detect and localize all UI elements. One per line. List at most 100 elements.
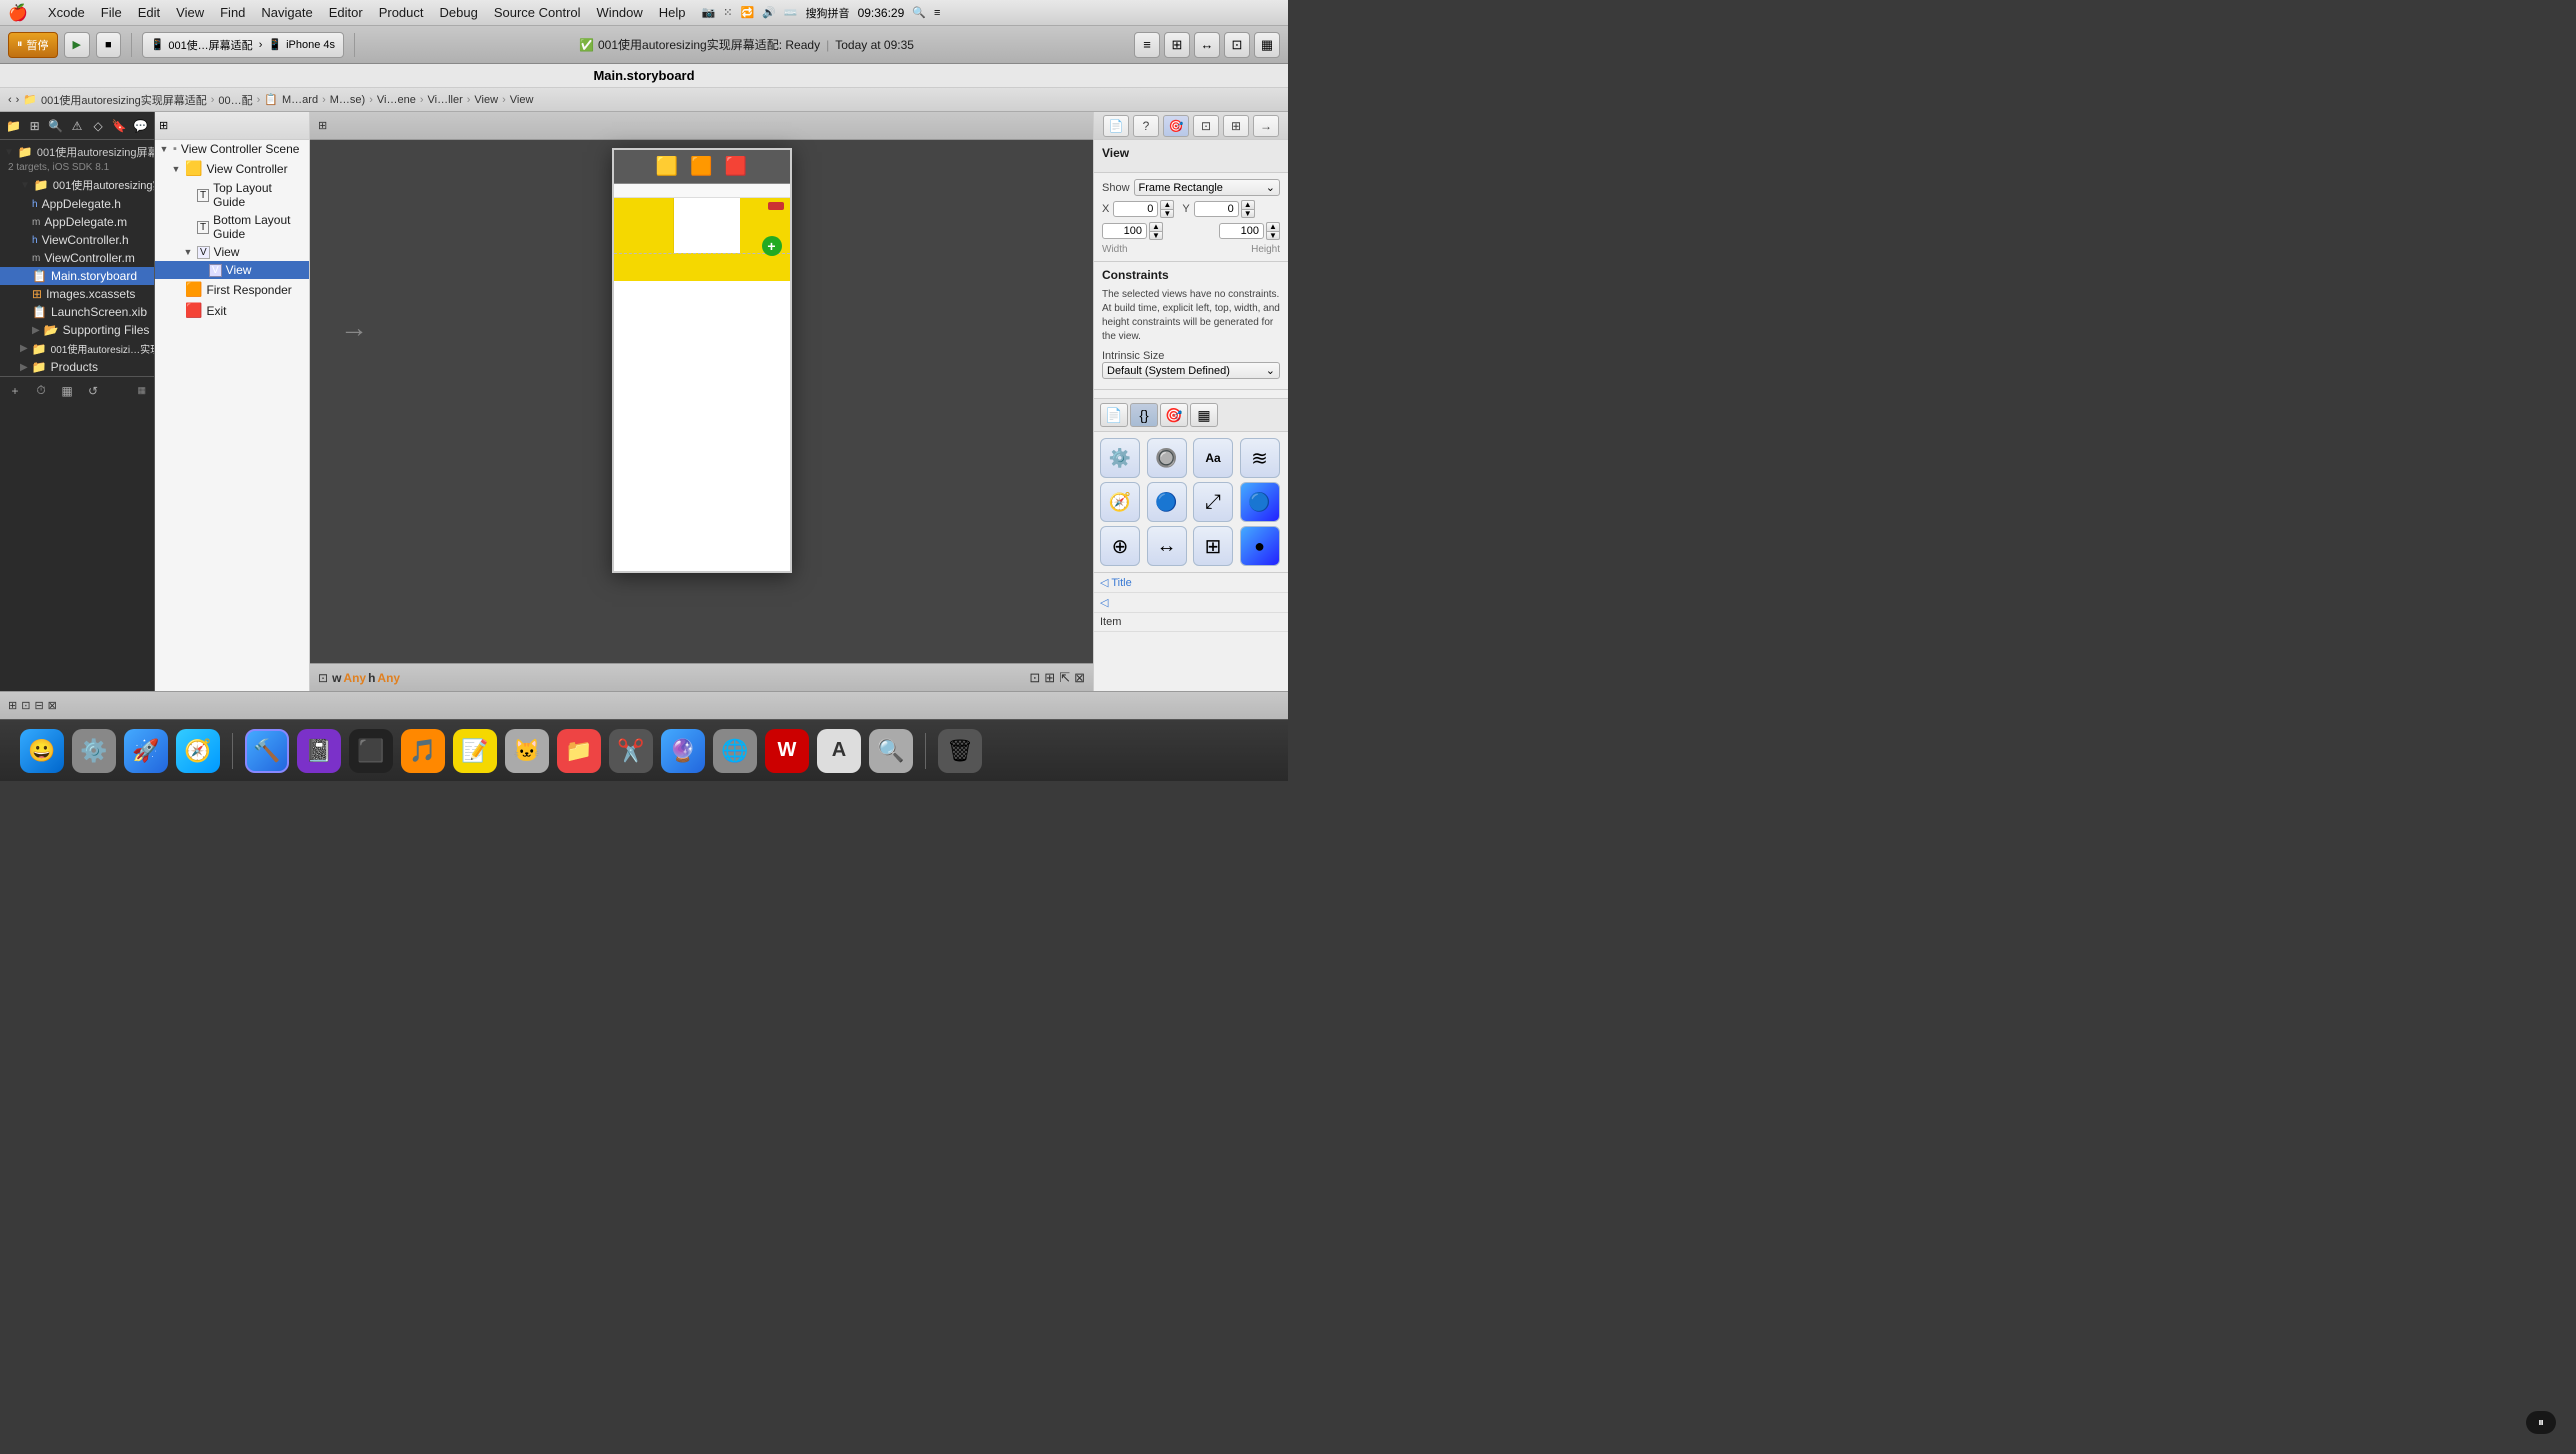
scheme-selector[interactable]: 📱 001使…屏幕适配 › 📱 iPhone 4s [142, 32, 344, 58]
nav-images-xcassets[interactable]: ⊞ Images.xcassets [0, 285, 154, 303]
canvas-zoom-out[interactable]: ⊡ [318, 671, 328, 685]
pause-button[interactable]: ⏸ 暂停 [8, 32, 58, 58]
dock-terminal[interactable]: ⬛ [349, 729, 393, 773]
x-stepper[interactable]: ▲ ▼ [1160, 200, 1174, 218]
breadcrumb-item-1[interactable]: 00…配 [218, 92, 252, 108]
height-input[interactable] [1219, 223, 1264, 239]
menu-source-control[interactable]: Source Control [494, 5, 581, 20]
dock-sysprefs[interactable]: ⚙️ [72, 729, 116, 773]
breadcrumb-item-3[interactable]: M…se) [330, 94, 365, 106]
canvas-fit-button[interactable]: ⊞ [318, 119, 327, 132]
status-3col-button[interactable]: ⊟ [34, 699, 43, 712]
group-disclosure[interactable]: ▼ [20, 180, 30, 191]
dock-notes[interactable]: 📝 [453, 729, 497, 773]
nav-refresh-button[interactable]: ↺ [82, 380, 104, 402]
height-stepper[interactable]: ▲ ▼ [1266, 222, 1280, 240]
music-pause-icon[interactable]: ⏸ [2538, 1415, 2544, 1430]
dock-safari[interactable]: 🧭 [176, 729, 220, 773]
size-inspector-tab[interactable]: ⊞ [1223, 115, 1249, 137]
x-input[interactable] [1113, 201, 1158, 217]
quick-help-tab[interactable]: ? [1133, 115, 1159, 137]
width-input[interactable] [1102, 223, 1147, 239]
nav-diamond-button[interactable]: ◇ [89, 115, 108, 137]
vc-disclosure[interactable]: ▼ [171, 164, 181, 174]
outline-vc[interactable]: ▼ 🟨 View Controller [155, 158, 309, 179]
outline-view-child[interactable]: V View [155, 261, 309, 279]
nav-bookmark-button[interactable]: 🔖 [110, 115, 129, 137]
x-step-up[interactable]: ▲ [1160, 200, 1174, 209]
menu-file[interactable]: File [101, 5, 122, 20]
pager-item-label[interactable]: Item [1094, 613, 1288, 632]
status-grid-button[interactable]: ⊞ [8, 699, 17, 712]
status-expand-button[interactable]: ⊠ [48, 699, 57, 712]
media-lib-tab[interactable]: ▦ [1190, 403, 1218, 427]
show-dropdown[interactable]: Frame Rectangle ⌄ [1134, 179, 1280, 196]
w-step-down[interactable]: ▼ [1149, 231, 1163, 240]
layout-toggle-button[interactable]: ⊞ [1164, 32, 1190, 58]
pager-back-item[interactable]: ◁ [1094, 593, 1288, 613]
y-step-up[interactable]: ▲ [1241, 200, 1255, 209]
canvas-fit-button-2[interactable]: ⊡ [1029, 670, 1040, 686]
nav-search-button[interactable]: 🔍 [46, 115, 65, 137]
supporting-disclosure[interactable]: ▶ [32, 325, 40, 336]
status-split-button[interactable]: ⊡ [21, 699, 30, 712]
menu-xcode[interactable]: Xcode [48, 5, 85, 20]
nav-clock-button[interactable]: ⏱ [30, 380, 52, 402]
nav-add-button[interactable]: + [4, 380, 26, 402]
menu-debug[interactable]: Debug [440, 5, 478, 20]
lib-item-5[interactable]: 🔵 [1147, 482, 1187, 522]
vc-scene-disclosure[interactable]: ▼ [159, 144, 169, 154]
canvas-size-button[interactable]: ⇱ [1059, 670, 1070, 686]
menu-find[interactable]: Find [220, 5, 245, 20]
nav-warning-button[interactable]: ⚠ [67, 115, 86, 137]
dock-misc2[interactable]: 📁 [557, 729, 601, 773]
y-step-down[interactable]: ▼ [1241, 209, 1255, 218]
outline-first-responder[interactable]: 🟧 First Responder [155, 279, 309, 300]
nav-project-item[interactable]: ▼ 📁 001使用autoresizing屏幕适配 [0, 140, 154, 162]
pager-title-item[interactable]: ◁ Title [1094, 573, 1288, 593]
nav-viewcontroller-h[interactable]: h ViewController.h [0, 231, 154, 249]
nav-folder-button[interactable]: 📁 [4, 115, 23, 137]
breadcrumb-project[interactable]: 001使用autoresizing实现屏幕适配 [41, 92, 207, 108]
breadcrumb-nav-forward[interactable]: › [16, 94, 20, 106]
lib-item-3[interactable]: ≋ [1240, 438, 1280, 478]
nav-comment-button[interactable]: 💬 [131, 115, 150, 137]
nav-appdelegate-m[interactable]: m AppDelegate.m [0, 213, 154, 231]
navigator-toggle-button[interactable]: ≡ [1134, 32, 1160, 58]
canvas-zoom-button[interactable]: ⊞ [1044, 670, 1055, 686]
menu-navigate[interactable]: Navigate [261, 5, 312, 20]
nav-viewcontroller-m[interactable]: m ViewController.m [0, 249, 154, 267]
products-disclosure[interactable]: ▶ [20, 362, 28, 373]
w-step-up[interactable]: ▲ [1149, 222, 1163, 231]
nav-launchscreen-xib[interactable]: 📋 LaunchScreen.xib [0, 303, 154, 321]
width-stepper[interactable]: ▲ ▼ [1149, 222, 1163, 240]
run-button[interactable]: ▶ [64, 32, 90, 58]
dock-xcode[interactable]: 🔨 [245, 729, 289, 773]
file-inspector-tab[interactable]: 📄 [1103, 115, 1129, 137]
breadcrumb-item-4[interactable]: Vi…ene [377, 94, 416, 106]
version-editor-button[interactable]: ⊡ [1224, 32, 1250, 58]
nav-grid-button[interactable]: ⊞ [25, 115, 44, 137]
h-step-up[interactable]: ▲ [1266, 222, 1280, 231]
storyboard-canvas[interactable]: ⊞ → 🟨 🟧 🟥 [310, 112, 1093, 691]
breadcrumb-item-5[interactable]: Vi…ller [427, 94, 462, 106]
dock-trash[interactable]: 🗑 [938, 729, 982, 773]
dock-audio[interactable]: 🎵 [401, 729, 445, 773]
lib-item-0[interactable]: ⚙️ [1100, 438, 1140, 478]
dock-misc5[interactable]: 🌐 [713, 729, 757, 773]
dock-misc3[interactable]: ✂️ [609, 729, 653, 773]
nav-supporting-files[interactable]: ▶ 📂 Supporting Files [0, 321, 154, 339]
object-lib-tab[interactable]: 🎯 [1160, 403, 1188, 427]
tests-disclosure[interactable]: ▶ [20, 343, 28, 354]
view-disclosure[interactable]: ▼ [183, 247, 193, 257]
nav-grid2-button[interactable]: ▦ [56, 380, 78, 402]
dock-misc4[interactable]: 🔮 [661, 729, 705, 773]
connections-inspector-tab[interactable]: → [1253, 115, 1279, 137]
y-stepper[interactable]: ▲ ▼ [1241, 200, 1255, 218]
lib-item-1[interactable]: 🔘 [1147, 438, 1187, 478]
breadcrumb-nav-back[interactable]: ‹ [8, 94, 12, 106]
lib-item-9[interactable]: ↔ [1147, 526, 1187, 566]
lib-item-7[interactable]: 🔵 [1240, 482, 1280, 522]
x-step-down[interactable]: ▼ [1160, 209, 1174, 218]
menu-help[interactable]: Help [659, 5, 686, 20]
